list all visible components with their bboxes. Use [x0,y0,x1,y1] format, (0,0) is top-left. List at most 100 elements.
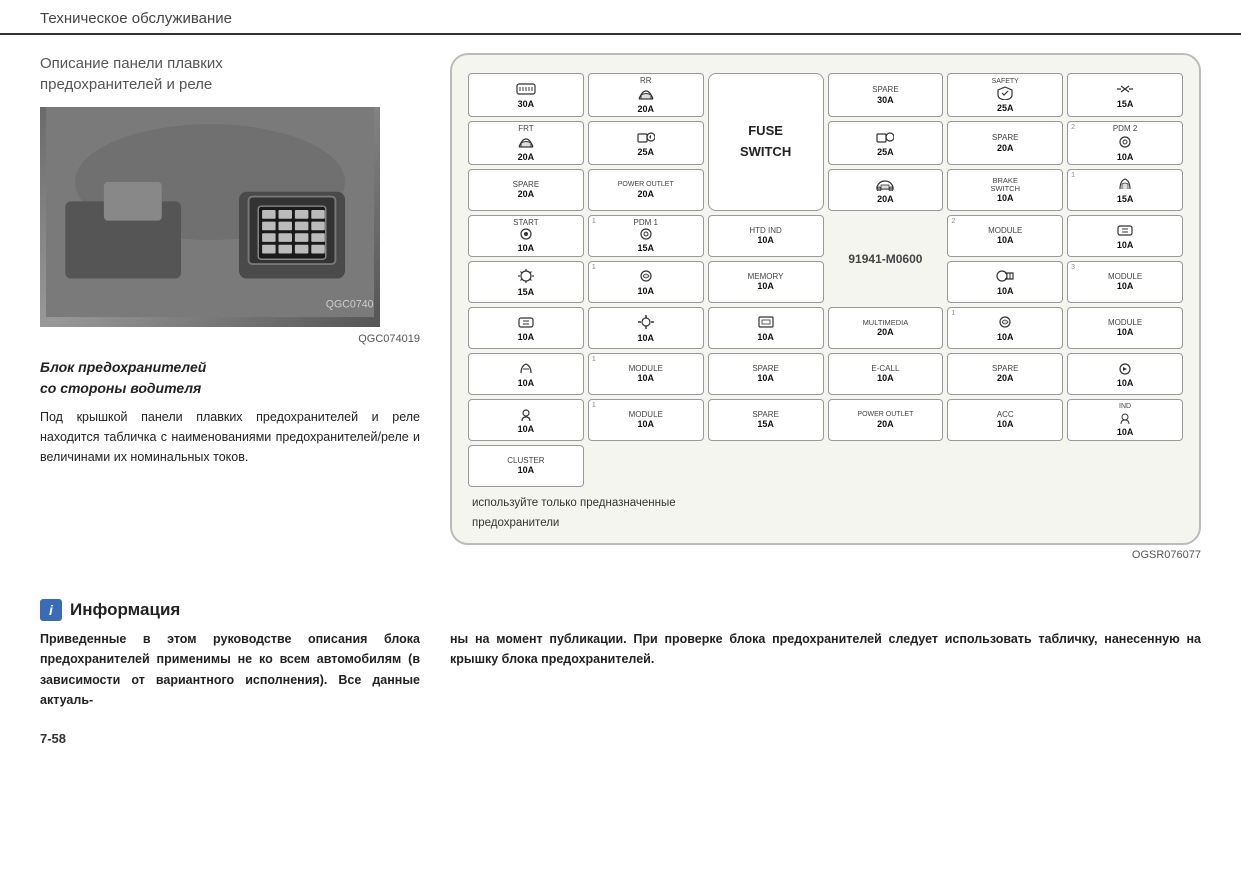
part-number: 91941-M0600 [828,215,944,303]
fuse-amp: 20A [637,189,654,199]
fuse-cell: FRT 20A [468,121,584,165]
fuse-amp: 15A [637,243,654,253]
fuse-grid: 30A RR 20A FUSESWITCH SPARE 30A [468,73,1183,487]
fuse-label: IND [1119,403,1131,411]
fuse-amp: 10A [637,419,654,429]
fuse-icon [637,269,655,285]
fuse-label: ACC [997,411,1014,420]
fuse-label: CLUSTER [507,457,544,466]
fuse-amp: 10A [1117,378,1134,388]
info-text-right: ны на момент публикации. При проверке бл… [450,629,1201,670]
photo-box: QGC074019 [40,107,380,327]
svg-text:QGC074019: QGC074019 [326,298,374,310]
section-title: Описание панели плавкихпредохранителей и… [40,53,420,95]
fuse-amp: 10A [997,332,1014,342]
fuse-amp: 10A [997,235,1014,245]
car-interior-svg: QGC074019 [46,107,374,321]
fuse-cell: 15A [1067,73,1183,117]
fuse-label: HTD IND [749,227,781,236]
fuse-amp: 10A [757,332,774,342]
fuse-label: MODULE [988,227,1022,236]
fuse-num: 2 [1071,124,1075,131]
fuse-icon [1116,361,1134,377]
info-header: i Информация [40,599,420,621]
fuse-cell: 25A [588,121,704,165]
fuse-icon [517,407,535,423]
fuse-cell: 30A [468,73,584,117]
fuse-label: PDM 2 [1113,125,1137,134]
fuse-amp: 10A [518,424,535,434]
info-icon: i [40,599,62,621]
fuse-icon [876,130,894,146]
fuse-label: SPARE [752,365,779,374]
fuse-icon [516,82,536,98]
fuse-label: MODULE [629,411,663,420]
fuse-amp: 20A [877,419,894,429]
fuse-cell: 2 PDM 2 10A [1067,121,1183,165]
fuse-label: SPARE [513,181,540,190]
fuse-cell: 10A [588,307,704,349]
fuse-icon [997,86,1013,102]
fuse-amp: 20A [997,373,1014,383]
fuse-cell: CLUSTER 10A [468,445,584,487]
fuse-amp: 20A [997,143,1014,153]
fuse-amp: 10A [757,281,774,291]
fuse-icon [1115,82,1135,98]
fuse-amp: 15A [1117,99,1134,109]
fuse-num: 1 [592,218,596,225]
fuse-amp: 30A [877,95,894,105]
info-left: i Информация Приведенные в этом руководс… [40,577,420,722]
fuse-amp: 10A [1117,281,1134,291]
fuse-num: 1 [951,310,955,317]
fuse-amp: 10A [1117,240,1134,250]
fuse-amp: 10A [637,333,654,343]
fuse-amp: 10A [518,243,535,253]
fuse-amp: 20A [877,327,894,337]
fuse-cell: SAFETY 25A [947,73,1063,117]
diagram-caption: OGSR076077 [450,549,1201,561]
fuse-cell: SPARE 15A [708,399,824,441]
fuse-amp: 25A [637,147,654,157]
fuse-label: RR [640,77,652,86]
info-text-left: Приведенные в этом руководстве описания … [40,629,420,712]
fuse-cell: 1 PDM 1 15A [588,215,704,257]
fuse-amp: 10A [518,378,535,388]
fuse-label: MEMORY [748,273,784,282]
fuse-amp: 30A [518,99,535,109]
fuse-label: E-CALL [871,365,899,374]
fuse-amp: 15A [757,419,774,429]
fuse-cell: START 10A [468,215,584,257]
fuse-amp: 10A [877,373,894,383]
fuse-cell: 1 MODULE 10A [588,353,704,395]
fuse-amp: 20A [637,104,654,114]
info-right: ны на момент публикации. При проверке бл… [450,577,1201,722]
fuse-cell: SPARE 20A [468,169,584,211]
fuse-icon [996,315,1014,331]
info-title: Информация [70,600,180,620]
fuse-icon [517,315,535,331]
fuse-amp: 20A [518,189,535,199]
fuse-cell: 3 MODULE 10A [1067,261,1183,303]
fuse-icon [517,361,535,377]
fuse-num: 1 [592,402,596,409]
fuse-cell: 10A [468,307,584,349]
fuse-label: SPARE [992,134,1019,143]
fuse-icon [637,130,655,146]
fuse-cell: MEMORY 10A [708,261,824,303]
fuse-cell: 10A [468,399,584,441]
fuse-cell: 10A [468,353,584,395]
fuse-cell: 15A [468,261,584,303]
fuse-icon [1116,177,1134,193]
fuse-cell: 20A [828,169,944,211]
fuse-cell: 10A [1067,215,1183,257]
fuse-label: MODULE [629,365,663,374]
page-header: Техническое обслуживание [0,0,1241,35]
fuse-icon [757,315,775,331]
fuse-label: BRAKESWITCH [990,177,1020,194]
fuse-amp: 10A [518,465,535,475]
fuse-cell: HTD IND 10A [708,215,824,257]
header-title: Техническое обслуживание [40,10,232,27]
fuse-cell: POWER OUTLET 20A [828,399,944,441]
fuse-num: 1 [592,264,596,271]
fuse-label: SPARE [992,365,1019,374]
